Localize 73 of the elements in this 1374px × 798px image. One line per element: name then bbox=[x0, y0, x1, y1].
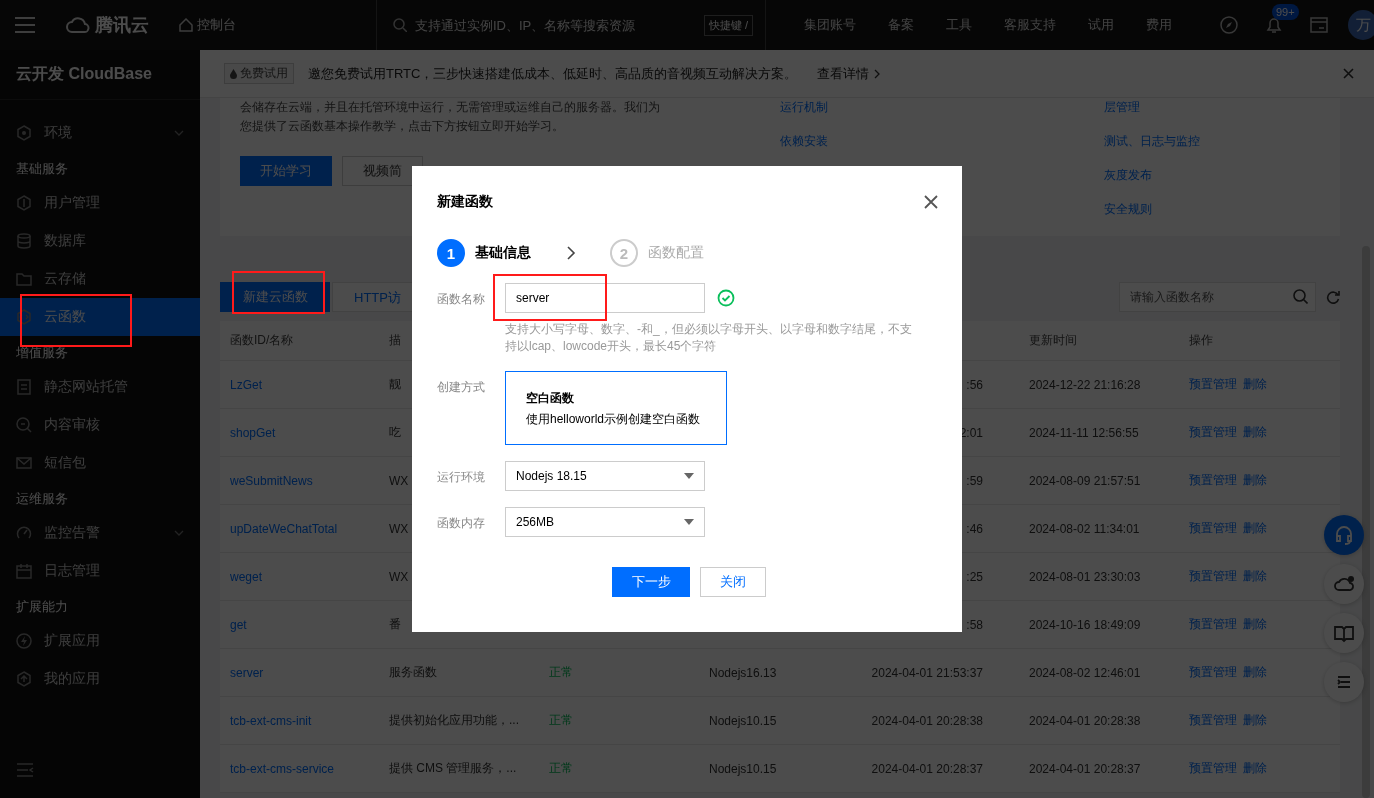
status-text: 正常 bbox=[549, 761, 573, 775]
field-label: 运行环境 bbox=[437, 469, 486, 486]
section-heading: 基础服务 bbox=[15, 160, 69, 178]
table-cell: 2024-08-02 11:34:01 bbox=[1029, 521, 1140, 536]
close-icon[interactable] bbox=[924, 195, 938, 209]
status-text: 正常 bbox=[549, 665, 573, 679]
table-cell: :56 bbox=[966, 377, 983, 392]
table-cell: 2024-04-01 20:28:37 bbox=[871, 761, 983, 776]
table-cell: WX bbox=[389, 473, 409, 488]
delete-link[interactable]: 删除 bbox=[1243, 425, 1267, 439]
delete-link[interactable]: 删除 bbox=[1243, 713, 1267, 727]
step-number: 2 bbox=[610, 239, 638, 267]
delete-link[interactable]: 删除 bbox=[1243, 761, 1267, 775]
delete-link[interactable]: 删除 bbox=[1243, 473, 1267, 487]
delete-link[interactable]: 删除 bbox=[1243, 665, 1267, 679]
section-heading: 扩展能力 bbox=[15, 598, 69, 616]
table-cell: 2024-10-16 18:49:09 bbox=[1029, 617, 1141, 632]
field-label: 函数内存 bbox=[437, 515, 486, 532]
next-button[interactable]: 下一步 bbox=[612, 567, 690, 597]
option-description: 使用helloworld示例创建空白函数 bbox=[526, 411, 702, 428]
delete-link[interactable]: 删除 bbox=[1243, 521, 1267, 535]
chevron-right-icon bbox=[567, 246, 576, 260]
table-cell: 吃 bbox=[389, 425, 401, 439]
status-text: 正常 bbox=[549, 713, 573, 727]
table-cell: :58 bbox=[966, 617, 983, 632]
function-name-link[interactable]: weget bbox=[230, 569, 263, 584]
table-cell: Nodejs16.13 bbox=[709, 665, 777, 680]
delete-link[interactable]: 删除 bbox=[1243, 617, 1267, 631]
function-name-link[interactable]: tcb-ext-cms-init bbox=[230, 713, 312, 728]
delete-link[interactable]: 删除 bbox=[1243, 377, 1267, 391]
table-cell: 2024-08-02 12:46:01 bbox=[1029, 665, 1141, 680]
step-number: 1 bbox=[437, 239, 465, 267]
table-cell: Nodejs10.15 bbox=[709, 713, 777, 728]
table-cell: :46 bbox=[966, 521, 983, 536]
table-cell: 靓 bbox=[389, 377, 401, 391]
option-card[interactable]: 空白函数 使用helloworld示例创建空白函数 bbox=[505, 371, 727, 445]
table-cell: WX bbox=[389, 569, 409, 584]
table-cell: 2024-04-01 21:53:37 bbox=[871, 665, 983, 680]
table-cell: 2024-08-01 23:30:03 bbox=[1029, 569, 1141, 584]
function-name-link[interactable]: shopGet bbox=[230, 425, 276, 440]
table-cell: :59 bbox=[966, 473, 983, 488]
section-heading: 运维服务 bbox=[15, 490, 69, 508]
table-cell: 2024-08-09 21:57:51 bbox=[1029, 473, 1141, 488]
field-hint: 支持大小写字母、数字、-和_，但必须以字母开头、以字母和数字结尾，不支持以lcap、lowcode开头，最长45个字符 bbox=[505, 321, 913, 355]
dropdown[interactable]: 256MB bbox=[505, 507, 705, 537]
table-cell: 2024-12-22 21:16:28 bbox=[1029, 377, 1141, 392]
function-name-field[interactable]: server bbox=[505, 283, 705, 313]
close-button[interactable]: 关闭 bbox=[700, 567, 766, 597]
function-name-link[interactable]: LzGet bbox=[230, 377, 262, 392]
table-cell: 番 bbox=[389, 617, 401, 631]
dropdown[interactable]: Nodejs 18.15 bbox=[505, 461, 705, 491]
section-heading: 增值服务 bbox=[15, 344, 69, 362]
table-cell: WX bbox=[389, 521, 409, 536]
table-cell: Nodejs10.15 bbox=[709, 761, 777, 776]
option-title: 空白函数 bbox=[526, 390, 575, 407]
dialog-title: 新建函数 bbox=[437, 193, 493, 211]
logo-text: 腾讯云 bbox=[95, 14, 149, 37]
function-name-link[interactable]: upDateWeChatTotal bbox=[230, 521, 338, 536]
step-label: 函数配置 bbox=[648, 244, 704, 262]
table-cell: 2024-04-01 20:28:38 bbox=[1029, 713, 1141, 728]
step-label: 基础信息 bbox=[475, 244, 531, 262]
table-cell: 2024-04-01 20:28:38 bbox=[871, 713, 983, 728]
field-label: 函数名称 bbox=[437, 291, 486, 308]
caret-icon bbox=[684, 473, 694, 479]
caret-icon bbox=[684, 519, 694, 525]
function-name-link[interactable]: tcb-ext-cms-service bbox=[230, 761, 334, 776]
table-cell: :25 bbox=[966, 569, 983, 584]
function-name-link[interactable]: weSubmitNews bbox=[230, 473, 313, 488]
delete-link[interactable]: 删除 bbox=[1243, 569, 1267, 583]
field-label: 创建方式 bbox=[437, 379, 486, 396]
table-cell: 2024-04-01 20:28:37 bbox=[1029, 761, 1141, 776]
table-cell: 2024-11-11 12:56:55 bbox=[1029, 425, 1139, 440]
function-name-link[interactable]: get bbox=[230, 617, 247, 632]
